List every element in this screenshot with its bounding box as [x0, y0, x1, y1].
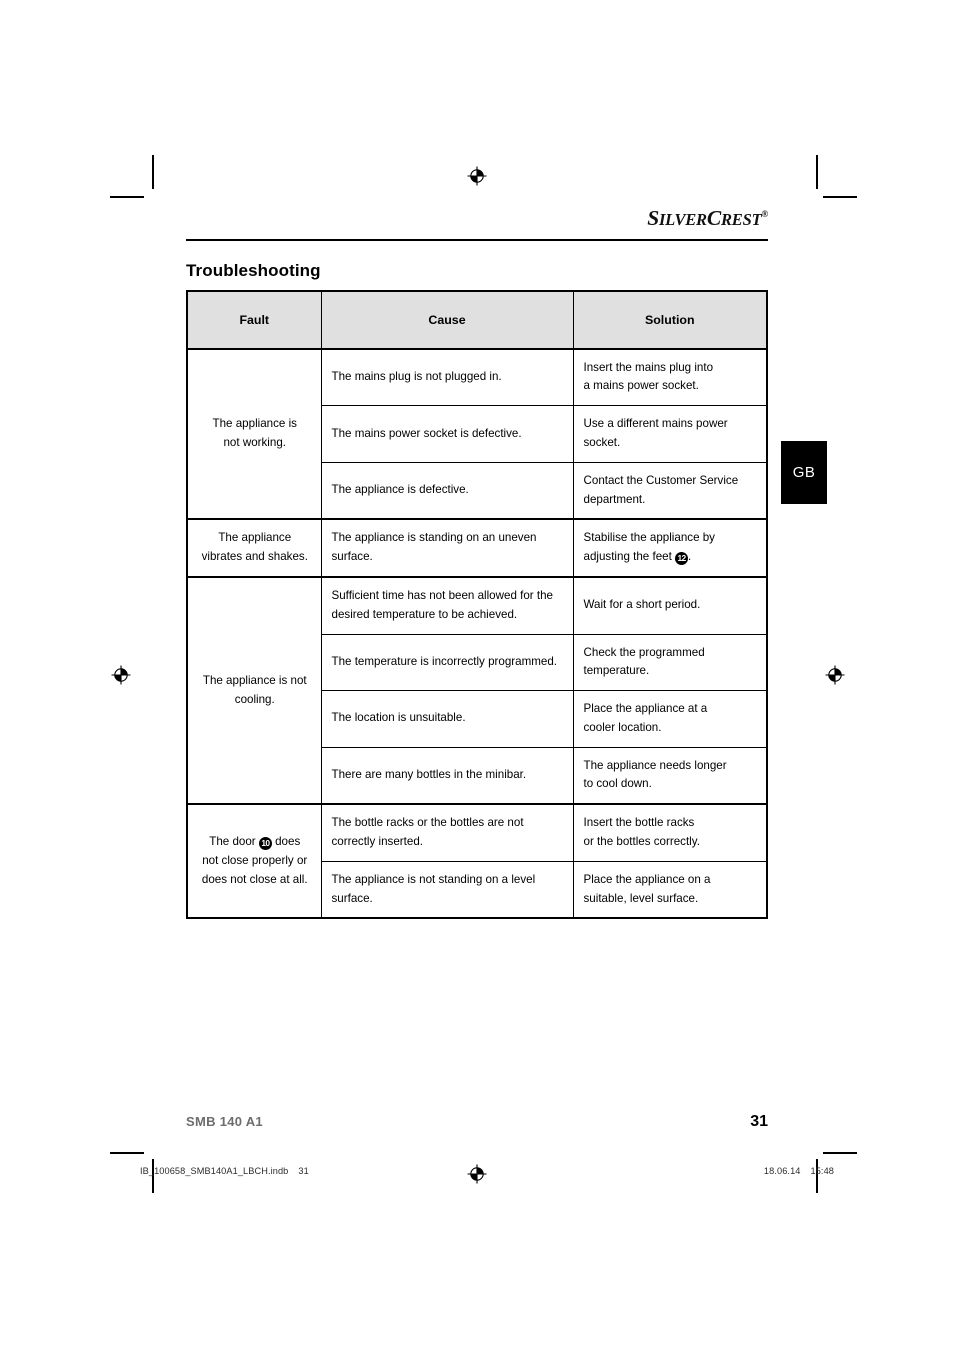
cell-cause: The mains plug is not plugged in. — [320, 347, 574, 407]
cell-solution: Check the programmed temperature. — [572, 633, 768, 692]
cell-cause: The appliance is defective. — [320, 461, 574, 520]
slug-time: 15:48 — [810, 1166, 834, 1176]
registration-mark-top — [466, 165, 488, 187]
slug-sheet-number: 31 — [298, 1166, 309, 1176]
cell-fault: The door 10 does not close properly or doe… — [186, 803, 322, 919]
cell-cause: There are many bottles in the minibar. — [320, 746, 574, 805]
cell-cause: The mains power socket is defective. — [320, 405, 574, 463]
registration-mark-bottom — [466, 1163, 488, 1185]
cell-solution: Wait for a short period. — [572, 575, 768, 635]
logo-ilver: ILVER — [658, 210, 707, 229]
cell-cause: The appliance is not standing on a level… — [320, 860, 574, 919]
crop-mark-bottom-right-horizontal — [823, 1152, 857, 1154]
table-row: The appliance is not cooling. Sufficient t… — [186, 575, 768, 805]
table-header-row: Fault Cause Solution — [186, 290, 768, 350]
crop-mark-top-right-horizontal — [823, 196, 857, 198]
cell-solution: Insert the mains plug into a mains power … — [572, 347, 768, 407]
page-footer: SMB 140 A1 31 — [186, 1113, 768, 1131]
cell-solution: Place the appliance on a suitable, level … — [572, 860, 768, 919]
cell-cause: The bottle racks or the bottles are not c… — [320, 803, 574, 862]
slug-date: 18.06.14 — [763, 1166, 801, 1176]
cell-solution: Contact the Customer Service department. — [572, 461, 768, 520]
brand-header: SILVERCREST® — [186, 206, 768, 236]
troubleshooting-table: Fault Cause Solution The appliance is not… — [186, 289, 768, 920]
silvercrest-logo: SILVERCREST® — [647, 206, 768, 231]
crop-mark-bottom-left-vertical — [152, 1159, 154, 1193]
slug-filename-text: IB_100658_SMB140A1_LBCH.indb — [140, 1166, 289, 1176]
table-body: The appliance is not working. The mains pl… — [186, 347, 768, 919]
cell-cause: The appliance is standing on an uneven su… — [320, 518, 574, 578]
crop-mark-bottom-right-vertical — [816, 1159, 818, 1193]
cell-cause: The temperature is incorrectly programme… — [320, 633, 574, 692]
cell-fault: The appliance vibrates and shakes. — [186, 518, 322, 578]
cell-solution: Stabilise the appliance by adjusting the … — [572, 518, 768, 578]
registration-mark-left — [110, 664, 132, 686]
header-divider — [186, 239, 768, 241]
column-header-cause: Cause — [320, 290, 574, 350]
table-row: The appliance vibrates and shakes. The app… — [186, 518, 768, 578]
crop-mark-top-left-vertical — [152, 155, 154, 189]
print-slug-filename: IB_100658_SMB140A1_LBCH.indb 31 — [140, 1166, 309, 1176]
page-content: SILVERCREST® Troubleshooting Fault Cause… — [186, 206, 768, 920]
cell-solution: Place the appliance at a cooler location. — [572, 690, 768, 748]
table-row: The door 10 does not close properly or doe… — [186, 803, 768, 919]
cell-cause: The location is unsuitable. — [320, 690, 574, 748]
registration-mark-right — [824, 664, 846, 686]
column-header-fault: Fault — [186, 290, 322, 350]
language-tab-gb: GB — [781, 441, 827, 504]
logo-rest: REST — [721, 210, 762, 229]
reference-number-10: 10 — [258, 837, 272, 851]
cell-solution: Insert the bottle racks or the bottles co… — [572, 803, 768, 862]
crop-mark-top-right-vertical — [816, 155, 818, 189]
cell-fault: The appliance is not working. — [186, 347, 322, 520]
crop-mark-top-left-horizontal — [110, 196, 144, 198]
page-number: 31 — [750, 1113, 768, 1130]
reference-number-12: 12 — [675, 552, 689, 566]
logo-c: C — [706, 206, 721, 230]
logo-s: S — [647, 206, 659, 230]
page-title: Troubleshooting — [186, 260, 321, 280]
cell-fault: The appliance is not cooling. — [186, 575, 322, 805]
column-header-solution: Solution — [572, 290, 768, 350]
registered-trademark-icon: ® — [761, 208, 768, 219]
cell-cause: Sufficient time has not been allowed for… — [320, 575, 574, 635]
cell-solution: The appliance needs longer to cool down. — [572, 746, 768, 805]
cell-solution: Use a different mains power socket. — [572, 405, 768, 463]
model-name: SMB 140 A1 — [186, 1114, 263, 1129]
crop-mark-bottom-left-horizontal — [110, 1152, 144, 1154]
table-row: The appliance is not working. The mains pl… — [186, 347, 768, 520]
print-slug-timestamp: 18.06.14 15:48 — [764, 1166, 834, 1176]
